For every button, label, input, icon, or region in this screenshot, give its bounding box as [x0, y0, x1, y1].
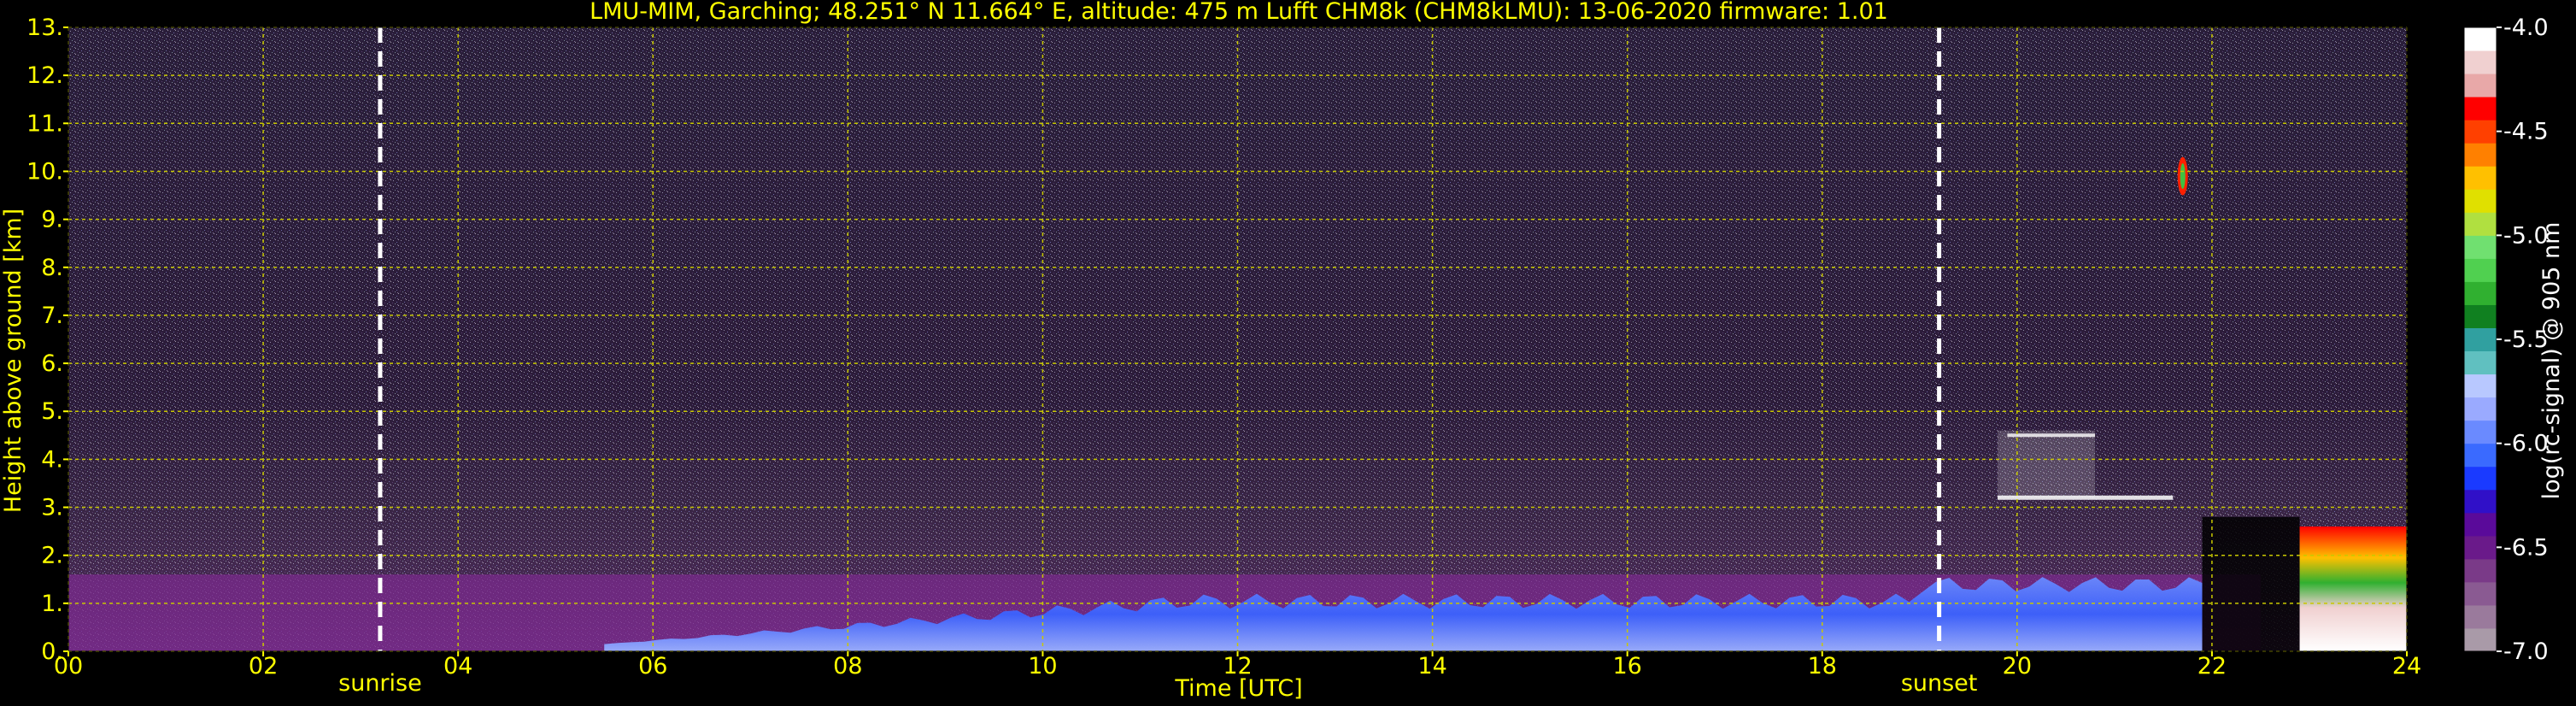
y-tick-label: 6. — [41, 350, 63, 377]
colorbar-segment — [2464, 581, 2497, 606]
colorbar-segment — [2464, 120, 2497, 144]
colorbar-segment — [2464, 281, 2497, 305]
feature-elevated-layer — [1998, 430, 2096, 498]
x-tick-label: 06 — [638, 653, 667, 680]
colorbar-segment — [2464, 327, 2497, 352]
x-tick-label: 14 — [1417, 653, 1446, 680]
x-tick-label: 20 — [2003, 653, 2032, 680]
feature-cirrus-core — [2180, 163, 2186, 190]
y-tick-label: 5. — [41, 398, 63, 425]
y-tick-label: 12. — [26, 62, 63, 89]
colorbar-segment — [2464, 535, 2497, 560]
colorbar-tick-label: -4.5 — [2503, 119, 2549, 145]
colorbar-segment — [2464, 27, 2497, 51]
colorbar-segment — [2464, 558, 2497, 583]
x-tick-label: 02 — [249, 653, 278, 680]
colorbar-segment — [2464, 350, 2497, 375]
x-tick-label: 04 — [443, 653, 472, 680]
colorbar-segment — [2464, 397, 2497, 421]
x-tick-label: 18 — [1808, 653, 1837, 680]
colorbar-segment — [2464, 143, 2497, 167]
x-axis-label: Time [UTC] — [1174, 675, 1302, 702]
colorbar-tick-label: -4.0 — [2503, 15, 2549, 41]
y-tick-label: 8. — [41, 255, 63, 281]
colorbar-tick-label: -7.0 — [2503, 638, 2549, 665]
y-tick-label: 3. — [41, 495, 63, 521]
colorbar-segment — [2464, 74, 2497, 97]
y-tick-label: 7. — [41, 303, 63, 329]
colorbar-segment — [2464, 189, 2497, 213]
colorbar-tick-label: -6.5 — [2503, 534, 2549, 561]
marker-label-sunset: sunset — [1901, 670, 1978, 697]
colorbar-label: log(rc-signal) @ 905 nm — [2538, 222, 2565, 500]
plot-noise-texture — [68, 27, 2407, 651]
plot-area: sunrise sunset — [67, 26, 2408, 697]
x-tick-label: 08 — [833, 653, 862, 680]
y-tick-label: 0. — [41, 638, 63, 665]
x-tick-label: 22 — [2198, 653, 2227, 680]
y-tick-label: 1. — [41, 591, 63, 617]
colorbar-segment — [2464, 235, 2497, 259]
colorbar-segment — [2464, 627, 2497, 652]
feature-clear-gap — [2202, 516, 2300, 651]
chart-title: LMU-MIM, Garching; 48.251° N 11.664° E, … — [590, 0, 1888, 25]
colorbar: -4.0-4.5-5.0-5.5-6.0-6.5-7.0 — [2463, 15, 2549, 665]
colorbar-segment — [2464, 166, 2497, 190]
feature-low-cloud — [2299, 527, 2407, 651]
y-tick-label: 9. — [41, 207, 63, 233]
colorbar-segment — [2464, 512, 2497, 537]
x-tick-label: 24 — [2392, 653, 2421, 680]
y-axis-label: Height above ground [km] — [0, 209, 26, 513]
y-tick-label: 11. — [26, 110, 63, 137]
colorbar-segment — [2464, 489, 2497, 514]
y-tick-label: 2. — [41, 543, 63, 569]
x-tick-label: 16 — [1612, 653, 1641, 680]
y-tick-label: 13. — [26, 15, 63, 41]
colorbar-segment — [2464, 443, 2497, 468]
colorbar-segment — [2464, 420, 2497, 444]
lidar-chart: sunrise sunset 00 02 04 06 08 10 12 14 16 18 20 22 24… — [0, 0, 2565, 702]
colorbar-segment — [2464, 604, 2497, 629]
colorbar-segment — [2464, 212, 2497, 236]
colorbar-segment — [2464, 97, 2497, 121]
colorbar-segment — [2464, 258, 2497, 282]
colorbar-segment — [2464, 50, 2497, 74]
colorbar-segment — [2464, 374, 2497, 398]
y-tick-label: 10. — [26, 158, 63, 185]
y-tick-label: 4. — [41, 446, 63, 473]
colorbar-segment — [2464, 466, 2497, 491]
marker-label-sunrise: sunrise — [338, 670, 422, 697]
x-tick-label: 10 — [1028, 653, 1057, 680]
colorbar-segment — [2464, 304, 2497, 328]
